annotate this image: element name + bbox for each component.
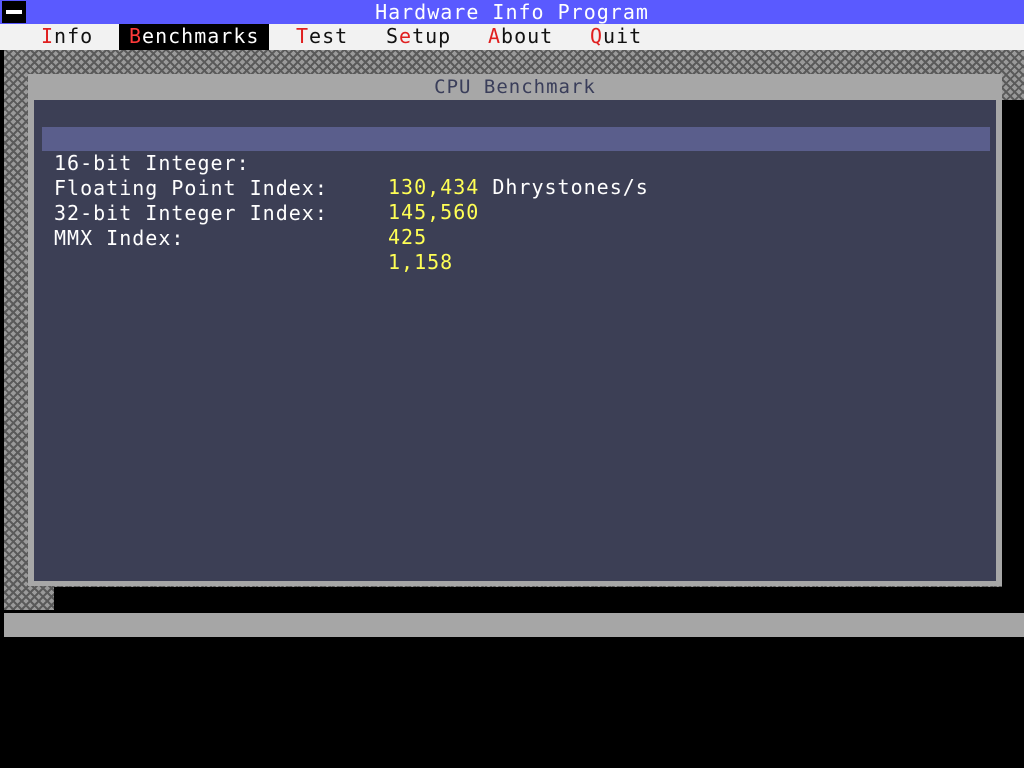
menu-test[interactable]: Test bbox=[286, 24, 358, 50]
benchmark-results-panel: 16-bit Integer: 130,434 Dhrystones/s Flo… bbox=[34, 100, 996, 581]
window-shadow-bottom bbox=[54, 587, 1024, 613]
result-row-floating-point-index[interactable]: Floating Point Index: 145,560 bbox=[42, 152, 990, 224]
menu-info[interactable]: Info bbox=[31, 24, 103, 50]
menu-setup[interactable]: Setup bbox=[376, 24, 461, 50]
menu-quit[interactable]: Quit bbox=[580, 24, 652, 50]
result-row-16bit-integer[interactable]: 16-bit Integer: 130,434 Dhrystones/s bbox=[42, 127, 990, 199]
result-row-mmx-index[interactable]: MMX Index: 1,158 bbox=[42, 202, 990, 274]
result-value: 425 bbox=[388, 225, 428, 249]
app-title: Hardware Info Program bbox=[375, 0, 649, 24]
title-bar: Hardware Info Program bbox=[0, 0, 1024, 24]
result-row-32bit-integer-index[interactable]: 32-bit Integer Index: 425 bbox=[42, 177, 990, 249]
menu-benchmarks[interactable]: Benchmarks bbox=[119, 24, 270, 50]
result-value: 1,158 bbox=[388, 250, 454, 274]
window-shadow-right bbox=[1002, 100, 1024, 590]
menu-about[interactable]: About bbox=[478, 24, 563, 50]
cpu-benchmark-window: CPU Benchmark 16-bit Integer: 130,434 Dh… bbox=[28, 74, 1002, 586]
window-title: CPU Benchmark bbox=[434, 76, 596, 98]
result-label: MMX Index: bbox=[54, 226, 185, 250]
status-bar bbox=[4, 613, 1024, 637]
menu-bar: Info Benchmarks Test Setup About Quit bbox=[0, 24, 1024, 50]
